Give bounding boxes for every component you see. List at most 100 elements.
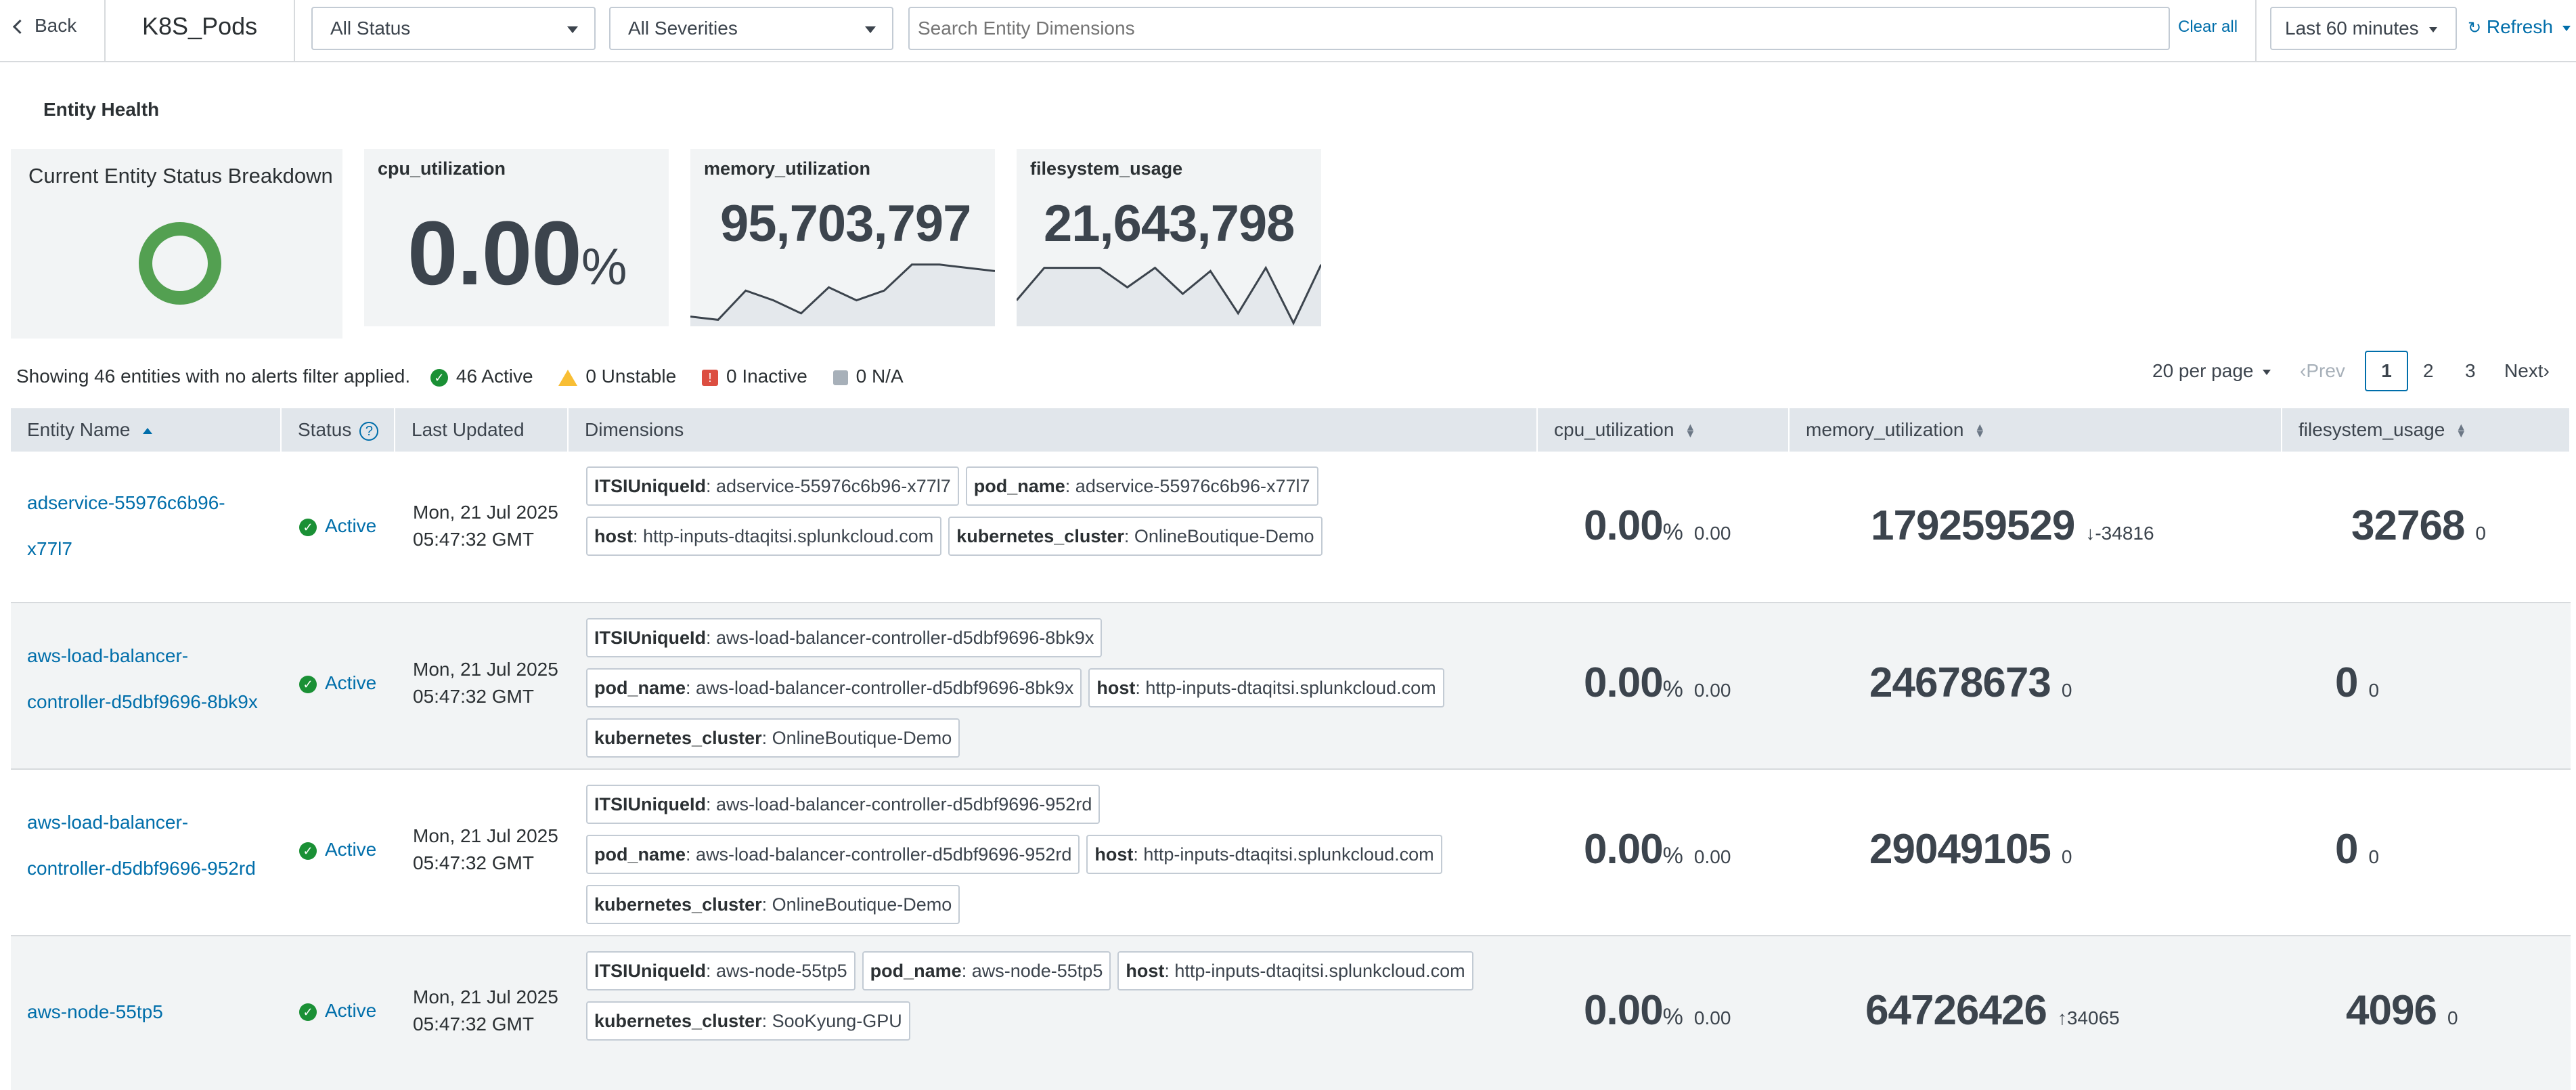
cpu-change: 0.00 [1693,1007,1731,1028]
dimension-pill[interactable]: ITSIUniqueId: aws-load-balancer-controll… [586,618,1103,657]
table-row[interactable]: aws-load-balancer-controller-d5dbf9696-9… [11,770,2571,936]
next-page-button[interactable]: Next› [2504,351,2550,391]
entity-name-link[interactable]: adservice-55976c6b96- x77l7 [27,480,225,572]
active-count[interactable]: ✓ 46 Active [430,366,533,387]
dimension-pill[interactable]: host: http-inputs-dtaqitsi.splunkcloud.c… [586,517,942,556]
dimension-pill[interactable]: ITSIUniqueId: aws-node-55tp5 [586,951,856,990]
page-2-button[interactable]: 2 [2423,351,2434,391]
memory-change: ↑34065 [2058,1007,2120,1028]
clear-all-link[interactable]: Clear all [2178,18,2238,37]
warning-triangle-icon [558,369,578,386]
filesystem-usage-tile[interactable]: filesystem_usage 21,643,798 [1017,149,1321,326]
active-label: 46 Active [456,366,533,387]
dimension-value: OnlineBoutique-Demo [1134,526,1314,546]
dimension-pill[interactable]: kubernetes_cluster: OnlineBoutique-Demo [586,718,960,758]
dimension-value: aws-load-balancer-controller-d5dbf9696-9… [716,794,1092,814]
memory-cell: 29049105 0 [1869,825,2072,873]
dimension-pill[interactable]: pod_name: adservice-55976c6b96-x77l7 [965,466,1318,506]
memory-value: 29049105 [1869,826,2051,873]
dimension-line: host: http-inputs-dtaqitsi.splunkcloud.c… [586,517,1534,567]
column-header-entity-name[interactable]: Entity Name [11,408,282,452]
table-row[interactable]: adservice-55976c6b96- x77l7 ✓ Active Mon, … [11,453,2571,603]
tile-title: filesystem_usage [1030,158,1183,179]
header-label: cpu_utilization [1554,419,1674,440]
entity-name-link[interactable]: aws-load-balancer-controller-d5dbf9696-8… [27,633,258,725]
check-circle-icon: ✓ [299,518,317,536]
dimension-line: kubernetes_cluster: OnlineBoutique-Demo [586,718,1534,768]
memory-value: 95,703,797 [720,195,971,253]
dimension-pill[interactable]: ITSIUniqueId: aws-load-balancer-controll… [586,785,1101,824]
dimension-pill[interactable]: host: http-inputs-dtaqitsi.splunkcloud.c… [1117,951,1473,990]
column-header-cpu-utilization[interactable]: cpu_utilization ▲ ▼ [1538,408,1790,452]
table-row[interactable]: aws-node-55tp5 ✓ Active Mon, 21 Jul 2025 0… [11,936,2571,1090]
dimension-key: ITSIUniqueId [594,628,706,648]
caret-down-icon [865,26,876,33]
dimension-pill[interactable]: pod_name: aws-load-balancer-controller-d… [586,668,1082,707]
section-title: Entity Health [43,99,160,120]
dimension-value: http-inputs-dtaqitsi.splunkcloud.com [1174,961,1465,981]
per-page-label: 20 per page [2152,360,2254,381]
divider [104,0,106,62]
column-header-last-updated[interactable]: Last Updated [395,408,569,452]
column-header-memory-utilization[interactable]: memory_utilization ▲ ▼ [1790,408,2282,452]
dimension-pill[interactable]: kubernetes_cluster: SooKyung-GPU [586,1001,910,1041]
per-page-dropdown[interactable]: 20 per page [2152,360,2271,382]
dimension-pill[interactable]: host: http-inputs-dtaqitsi.splunkcloud.c… [1088,668,1444,707]
dimension-pill[interactable]: kubernetes_cluster: OnlineBoutique-Demo [948,517,1323,556]
dimension-pill[interactable]: pod_name: aws-load-balancer-controller-d… [586,835,1080,874]
caret-down-icon [2263,369,2271,375]
filesystem-value: 32768 [2351,502,2465,549]
entity-name-line: aws-load-balancer- [27,645,189,666]
search-input[interactable] [908,7,2170,50]
page-3-button[interactable]: 3 [2465,351,2476,391]
dimension-value: aws-load-balancer-controller-d5dbf9696-8… [696,678,1074,698]
memory-change-value: 34065 [2066,1007,2120,1028]
memory-value: 64726426 [1865,987,2047,1034]
dimension-key: host [1096,678,1136,698]
table-row[interactable]: aws-load-balancer-controller-d5dbf9696-8… [11,603,2571,770]
filesystem-sparkline-area [1017,264,1321,326]
dimension-pill[interactable]: pod_name: aws-node-55tp5 [862,951,1111,990]
status-label: Active [325,1000,377,1021]
status-filter-dropdown[interactable]: All Status [311,7,596,50]
dimension-value: SooKyung-GPU [772,1011,902,1031]
column-header-filesystem-usage[interactable]: filesystem_usage ▲ ▼ [2282,408,2571,452]
dimension-value: aws-node-55tp5 [971,961,1103,981]
entity-name-line: controller-d5dbf9696-952rd [27,858,256,879]
check-circle-icon: ✓ [299,675,317,693]
dimensions-cell: ITSIUniqueId: aws-load-balancer-controll… [586,618,1534,768]
entity-name-link[interactable]: aws-node-55tp5 [27,989,163,1035]
entity-name-link[interactable]: aws-load-balancer-controller-d5dbf9696-9… [27,800,256,892]
time-range-picker[interactable]: Last 60 minutes [2270,7,2457,50]
severity-filter-dropdown[interactable]: All Severities [609,7,893,50]
memory-utilization-tile[interactable]: memory_utilization 95,703,797 [690,149,995,326]
dimension-value: http-inputs-dtaqitsi.splunkcloud.com [1145,678,1436,698]
check-circle-icon: ✓ [299,1003,317,1021]
entity-name-line: adservice-55976c6b96- [27,492,225,513]
refresh-button[interactable]: ↻ Refresh [2468,16,2571,38]
last-updated-cell: Mon, 21 Jul 2025 05:47:32 GMT [413,656,558,710]
prev-page-button[interactable]: ‹Prev [2300,351,2345,391]
back-button[interactable]: Back [12,15,76,37]
cpu-utilization-tile[interactable]: cpu_utilization 0.00% [364,149,669,326]
sort-icon: ▲ ▼ [1685,421,1696,440]
dimension-pill[interactable]: host: http-inputs-dtaqitsi.splunkcloud.c… [1086,835,1442,874]
unstable-count[interactable]: 0 Unstable [558,366,676,387]
filesystem-change: 0 [2368,846,2380,867]
inactive-count[interactable]: ! 0 Inactive [701,366,807,387]
help-icon[interactable]: ? [359,421,379,441]
memory-change: 0 [2061,680,2072,701]
dimension-line: kubernetes_cluster: SooKyung-GPU [586,1001,1534,1051]
cpu-change: 0.00 [1693,523,1731,544]
last-updated-cell: Mon, 21 Jul 2025 05:47:32 GMT [413,984,558,1038]
status-breakdown-tile[interactable]: Current Entity Status Breakdown [11,149,342,339]
na-count[interactable]: 0 N/A [832,366,904,387]
dimension-pill[interactable]: kubernetes_cluster: OnlineBoutique-Demo [586,885,960,924]
dimension-value: adservice-55976c6b96-x77l7 [716,476,951,496]
page-1-button[interactable]: 1 [2365,351,2408,391]
dimension-value: aws-load-balancer-controller-d5dbf9696-8… [716,628,1094,648]
header-label: Entity Name [27,419,131,440]
column-header-status[interactable]: Status? [282,408,395,452]
dimension-line: ITSIUniqueId: aws-node-55tp5 pod_name: aw… [586,951,1534,1001]
dimension-pill[interactable]: ITSIUniqueId: adservice-55976c6b96-x77l7 [586,466,959,506]
